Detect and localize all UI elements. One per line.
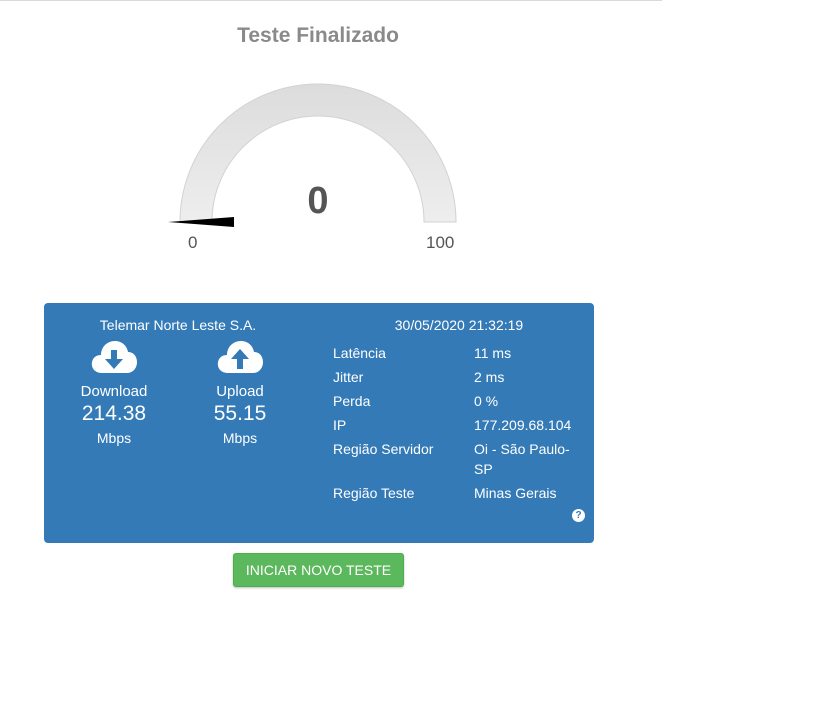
download-value: 214.38 xyxy=(81,402,147,425)
download-metric: Download 214.38 Mbps xyxy=(54,339,174,446)
detail-row-loss: Perda 0 % xyxy=(333,391,583,411)
detail-row-jitter: Jitter 2 ms xyxy=(333,367,583,387)
download-label: Download xyxy=(80,383,148,400)
detail-label: IP xyxy=(333,417,347,433)
upload-unit: Mbps xyxy=(222,430,258,446)
upload-metric: Upload 55.15 Mbps xyxy=(180,339,300,446)
cloud-upload-icon xyxy=(217,341,263,373)
question-circle-icon[interactable]: ? xyxy=(572,509,585,522)
detail-value: 0 % xyxy=(474,393,499,409)
page-title: Teste Finalizado xyxy=(237,24,399,47)
detail-row-latency: Latência 11 ms xyxy=(333,343,583,363)
download-unit: Mbps xyxy=(96,430,132,446)
test-datetime: 30/05/2020 21:32:19 xyxy=(394,317,524,333)
detail-value: 11 ms xyxy=(474,345,512,361)
detail-label: Jitter xyxy=(333,369,364,385)
detail-label: Perda xyxy=(333,393,371,409)
speed-gauge: 0 0 100 xyxy=(160,70,480,260)
isp-name: Telemar Norte Leste S.A. xyxy=(99,317,257,333)
details-table: Latência 11 ms Jitter 2 ms Perda 0 % IP … xyxy=(333,343,583,507)
gauge-arc xyxy=(168,83,457,227)
detail-label: Região Teste xyxy=(333,485,415,501)
detail-value: 177.209.68.104 xyxy=(474,417,572,433)
detail-label: Região Servidor xyxy=(333,441,434,457)
result-card: Telemar Norte Leste S.A. 30/05/2020 21:3… xyxy=(44,303,594,543)
detail-value: Minas Gerais xyxy=(474,485,557,501)
detail-row-ip: IP 177.209.68.104 xyxy=(333,415,583,435)
detail-row-test-region: Região Teste Minas Gerais xyxy=(333,483,583,503)
upload-value: 55.15 xyxy=(213,402,267,425)
detail-value: 2 ms xyxy=(474,369,505,385)
detail-row-server-region: Região Servidor Oi - São Paulo-SP xyxy=(333,439,583,479)
top-divider xyxy=(0,0,662,1)
detail-value: Oi - São Paulo-SP xyxy=(474,441,570,477)
detail-label: Latência xyxy=(333,345,386,361)
cloud-download-icon xyxy=(91,341,137,373)
gauge-value: 0 xyxy=(307,180,329,222)
gauge-min-label: 0 xyxy=(188,233,198,252)
start-new-test-button[interactable]: INICIAR NOVO TESTE xyxy=(233,553,404,587)
gauge-max-label: 100 xyxy=(426,233,455,252)
upload-label: Upload xyxy=(216,383,264,400)
